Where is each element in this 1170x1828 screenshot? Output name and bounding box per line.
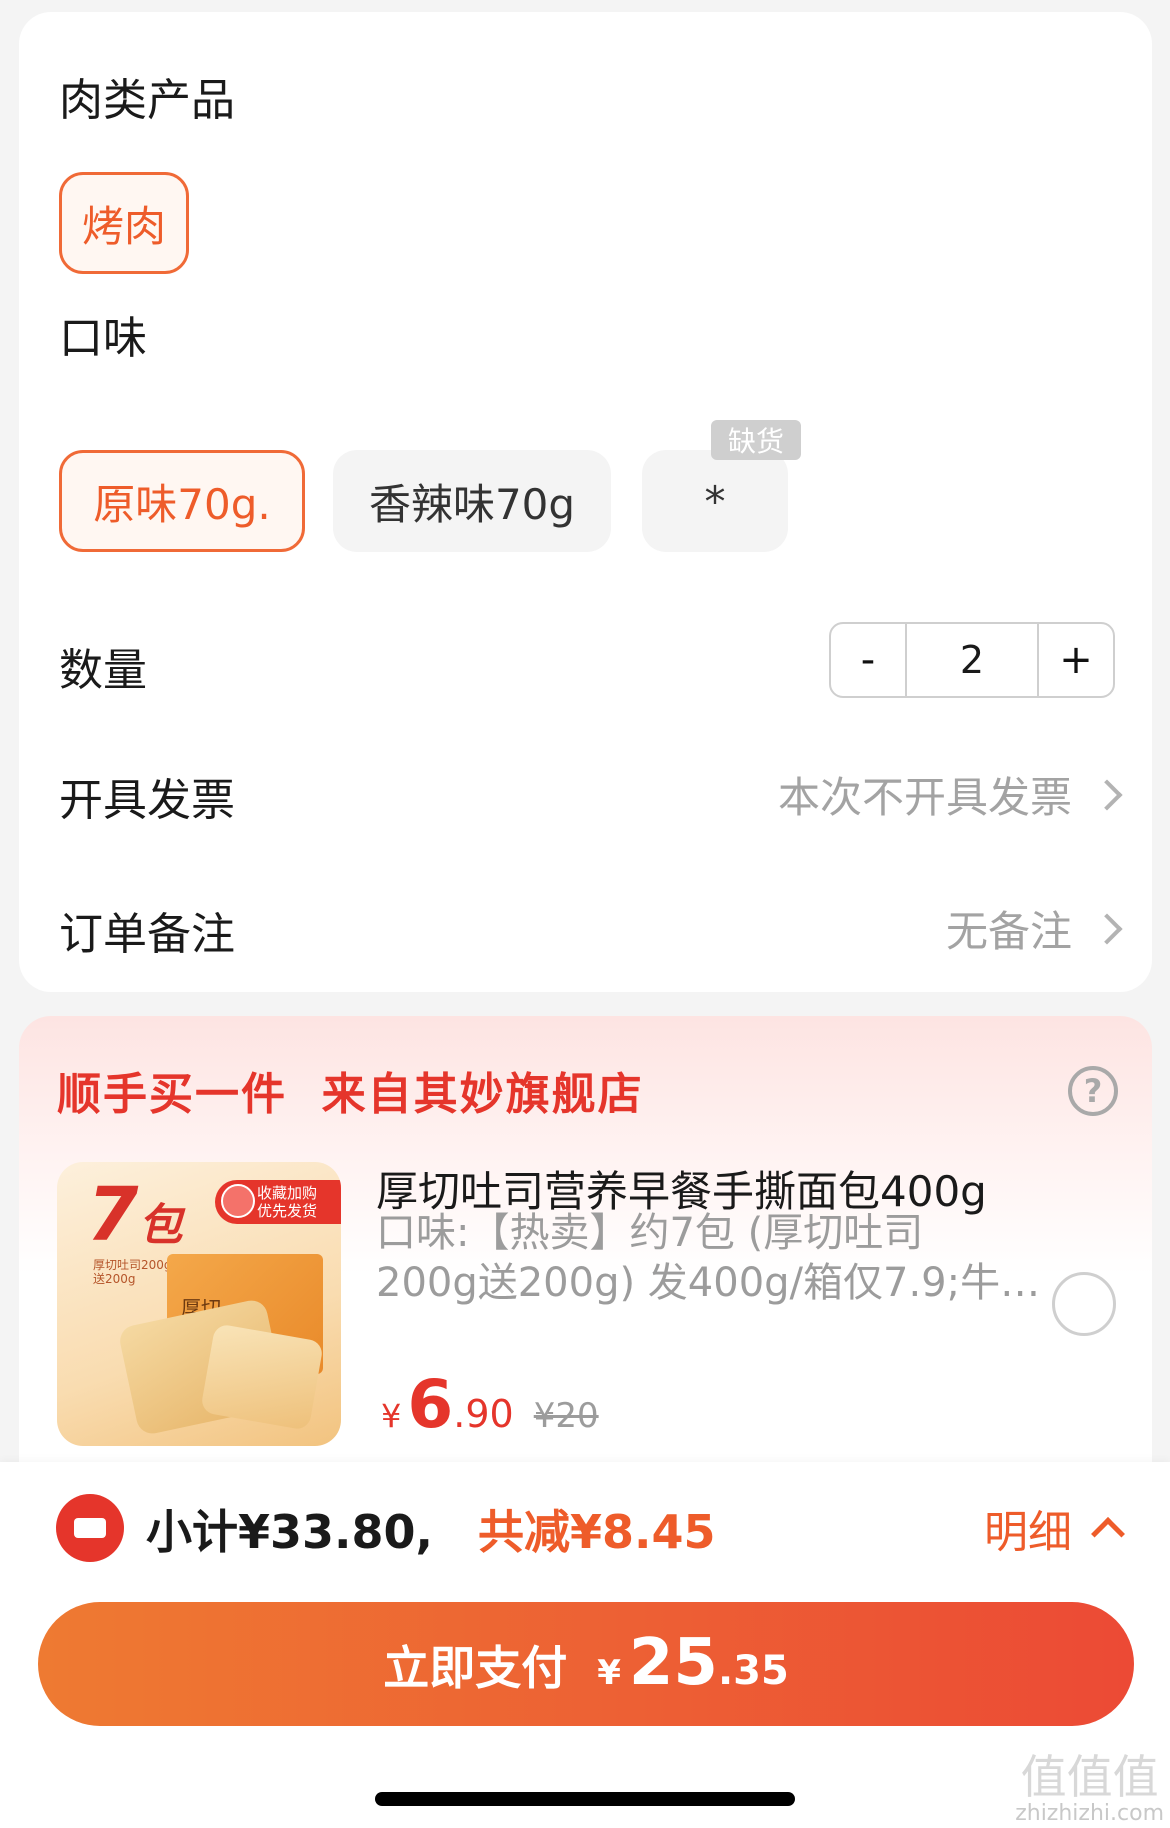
quantity-value[interactable]: 2	[905, 624, 1039, 696]
pay-amount-integer: 25	[628, 1626, 718, 1700]
soldout-tag: 缺货	[711, 420, 801, 460]
chip-label: 原味70g.	[93, 479, 271, 529]
pay-now-button[interactable]: 立即支付 ¥ 25 .35	[38, 1602, 1134, 1726]
product-image[interactable]: 7包 厚切吐司200g 送200g 收藏加购 优先发货 厚切	[57, 1162, 341, 1446]
detail-label: 明细	[984, 1507, 1072, 1558]
chevron-right-icon	[1091, 778, 1123, 811]
price-integer: 6	[407, 1366, 454, 1443]
watermark: 值值值 zhizhizhi.com	[1015, 1750, 1164, 1826]
chip-flavor-soldout[interactable]: *	[642, 450, 788, 552]
chip-roast-meat[interactable]: 烤肉	[59, 172, 189, 274]
subtotal: 小计¥33.80,	[146, 1505, 433, 1559]
image-tag: 收藏加购 优先发货	[215, 1180, 341, 1224]
checkout-bar: 小计¥33.80, 共减¥8.45 明细 立即支付 ¥ 25 .35 值值值 z…	[0, 1462, 1170, 1828]
addon-promo-card: 顺手买一件 来自其妙旗舰店 ? 7包 厚切吐司200g 送200g 收藏加购 优先发…	[19, 1016, 1152, 1486]
remark-value: 无备注	[945, 907, 1072, 956]
image-badge-subtext: 厚切吐司200g 送200g	[93, 1258, 172, 1286]
chevron-right-icon	[1091, 912, 1123, 945]
price-detail-toggle[interactable]: 明细	[984, 1496, 1125, 1560]
quantity-label: 数量	[59, 645, 147, 696]
meat-section-title: 肉类产品	[59, 75, 235, 126]
home-indicator	[375, 1792, 795, 1806]
chip-label: *	[704, 476, 726, 526]
image-badge: 7包	[87, 1172, 183, 1258]
price-decimal: .90	[453, 1392, 514, 1436]
options-card: 肉类产品 烤肉 口味 原味70g. 香辣味70g * 缺货 数量 - 2 + 开…	[19, 12, 1152, 992]
coupon-icon	[56, 1494, 124, 1562]
product-spec: 口味:【热卖】约7包 (厚切吐司 200g送200g) 发400g/箱仅7.9;…	[376, 1208, 1066, 1308]
invoice-label: 开具发票	[59, 775, 235, 826]
quantity-minus-button[interactable]: -	[831, 624, 905, 696]
original-price: ¥20	[533, 1396, 599, 1436]
total-discount: 共减¥8.45	[478, 1505, 716, 1559]
bread-illustration	[200, 1323, 324, 1431]
chip-flavor-original[interactable]: 原味70g.	[59, 450, 305, 552]
addon-select-checkbox[interactable]	[1052, 1272, 1116, 1336]
cart-icon	[221, 1184, 255, 1218]
chip-label: 香辣味70g	[368, 479, 576, 529]
product-price: ¥ 6 .90 ¥20	[381, 1366, 599, 1443]
spec-line-2: 200g送200g) 发400g/箱仅7.9;牛奶风味	[376, 1260, 1066, 1306]
chevron-up-icon	[1091, 1517, 1125, 1551]
remark-label: 订单备注	[59, 909, 235, 960]
invoice-selector[interactable]: 本次不开具发票	[777, 764, 1123, 825]
quantity-stepper: - 2 +	[829, 622, 1115, 698]
remark-selector[interactable]: 无备注	[945, 898, 1123, 959]
quantity-plus-button[interactable]: +	[1039, 624, 1113, 696]
chip-flavor-spicy[interactable]: 香辣味70g	[333, 450, 611, 552]
pay-amount-decimal: .35	[717, 1648, 789, 1694]
invoice-value: 本次不开具发票	[777, 773, 1072, 822]
spec-line-1: 口味:【热卖】约7包 (厚切吐司	[376, 1210, 924, 1256]
chip-label: 烤肉	[81, 201, 166, 251]
price-symbol: ¥	[381, 1397, 402, 1435]
help-icon[interactable]: ?	[1068, 1066, 1118, 1116]
flavor-section-title: 口味	[59, 313, 147, 364]
pay-label: 立即支付	[383, 1641, 568, 1695]
pay-symbol: ¥	[597, 1653, 621, 1693]
promo-title: 顺手买一件 来自其妙旗舰店	[57, 1069, 644, 1120]
